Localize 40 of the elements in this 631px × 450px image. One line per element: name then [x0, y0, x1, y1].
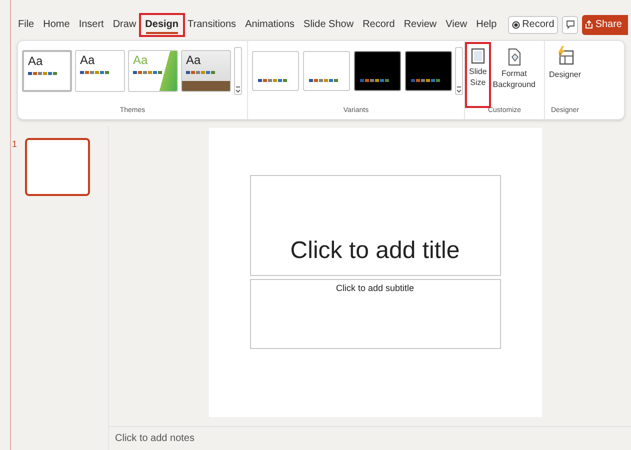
menu-tab[interactable]: Transitions	[184, 14, 240, 35]
expand-icon	[235, 86, 241, 94]
designer-button[interactable]: Designer	[547, 46, 583, 80]
menu-tab[interactable]: File	[14, 14, 38, 35]
subtitle-placeholder[interactable]: Click to add subtitle	[250, 279, 500, 349]
slide-size-icon	[470, 48, 485, 64]
menu-tab[interactable]: Home	[39, 14, 74, 35]
variant-thumbnail[interactable]	[405, 50, 452, 90]
comment-button[interactable]	[562, 16, 578, 34]
menu-tab[interactable]: Insert	[74, 14, 108, 35]
share-button[interactable]: Share	[582, 14, 628, 35]
menu-tab[interactable]: Help	[472, 14, 501, 35]
slide-size-button[interactable]: Slide Size	[467, 44, 489, 106]
variant-thumbnail[interactable]	[303, 50, 350, 90]
variant-thumbnail[interactable]	[252, 50, 299, 90]
expand-icon	[456, 86, 462, 94]
variant-thumbnail[interactable]	[354, 50, 401, 90]
format-background-icon	[507, 48, 522, 66]
notes-field[interactable]: Click to add notes	[109, 426, 631, 450]
record-icon	[512, 20, 520, 29]
slide-thumbnail[interactable]	[25, 138, 90, 196]
share-icon	[585, 20, 594, 30]
designer-icon	[556, 46, 574, 66]
theme-thumbnail[interactable]: Aa	[181, 50, 231, 92]
theme-thumbnail[interactable]: Aa	[22, 50, 72, 92]
gallery-scrollbar[interactable]	[234, 46, 242, 94]
menu-tab[interactable]: Review	[400, 14, 441, 35]
menu-tab[interactable]: View	[442, 14, 472, 35]
title-placeholder[interactable]: Click to add title	[250, 175, 500, 276]
menu-tab[interactable]: Draw	[108, 14, 140, 35]
theme-thumbnail[interactable]: Aa	[75, 50, 125, 92]
format-background-button[interactable]: Format Background	[490, 44, 538, 106]
menu-tab[interactable]: Design	[141, 14, 183, 35]
gallery-scrollbar[interactable]	[455, 46, 463, 94]
slide-number: 1	[12, 138, 18, 151]
menu-tab[interactable]: Record	[358, 14, 399, 35]
comment-icon	[566, 20, 575, 30]
record-button[interactable]: Record	[508, 16, 558, 34]
menu-tab[interactable]: Slide Show	[300, 14, 358, 35]
menu-tab[interactable]: Animations	[241, 14, 299, 35]
